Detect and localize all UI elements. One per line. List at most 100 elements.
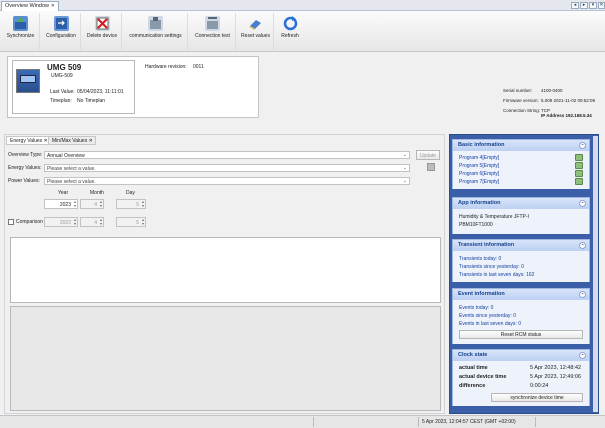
comparison-month-stepper[interactable]: 4 ▴ ▾ xyxy=(80,217,104,227)
reset-rcm-status-button[interactable]: Reset RCM status xyxy=(459,330,583,339)
stepper-arrows-icon[interactable]: ▴ ▾ xyxy=(74,218,76,226)
transients-since-yesterday[interactable]: Transients since yesterday: 0 xyxy=(459,264,524,270)
events-today[interactable]: Events today: 0 xyxy=(459,305,493,311)
program-link[interactable]: Program 5[Empty] xyxy=(459,163,499,169)
close-icon[interactable]: ✕ xyxy=(51,3,55,9)
reset-values-label: Reset values xyxy=(241,33,270,39)
export-icon[interactable] xyxy=(427,163,435,171)
connection-string-label: Connection String: xyxy=(503,108,541,113)
events-since-yesterday[interactable]: Events since yesterday: 0 xyxy=(459,313,516,319)
collapse-icon[interactable]: ⌃ xyxy=(579,200,586,207)
connection-test-button[interactable]: Connection test xyxy=(190,13,236,50)
configuration-button[interactable]: Configuration xyxy=(42,13,81,50)
year-label: Year xyxy=(58,190,69,196)
stepper-arrows-icon[interactable]: ▴ ▾ xyxy=(142,200,144,208)
delete-device-button[interactable]: Delete device xyxy=(83,13,122,50)
program-icon[interactable] xyxy=(575,170,583,177)
transients-today[interactable]: Transients today: 0 xyxy=(459,256,501,262)
events-last-seven-days[interactable]: Events in last seven days: 0 xyxy=(459,321,521,327)
tab-energy-values-label: Energy Values xyxy=(10,138,43,144)
synchronize-button[interactable]: Synchronize xyxy=(2,13,40,50)
transient-information-panel: Transient information ⌃ Transients today:… xyxy=(452,239,590,282)
connection-test-label: Connection test xyxy=(195,33,230,39)
reset-values-button[interactable]: Reset values xyxy=(238,13,274,50)
comparison-month-value: 4 xyxy=(94,220,97,226)
status-datetime: 5 Apr 2023, 12:04:57 CEST (GMT +02:00) xyxy=(418,417,536,427)
tab-overview-window[interactable]: Overview Window ✕ xyxy=(1,1,59,11)
overview-type-value: Annual Overview xyxy=(47,153,85,159)
app-line: PBM10FT1000 xyxy=(459,222,493,228)
comparison-day-stepper[interactable]: 5 ▴ ▾ xyxy=(116,217,146,227)
app-line: Humidity & Temperature JFTP-I xyxy=(459,214,529,220)
synchronize-device-time-button[interactable]: synchronize device time xyxy=(491,393,583,402)
app-information-title: App information xyxy=(458,200,501,206)
basic-information-panel: Basic information ⌃ Program 4[Empty] Prog… xyxy=(452,139,590,189)
app-information-panel: App information ⌃ Humidity & Temperature … xyxy=(452,197,590,234)
close-icon[interactable]: ✕ xyxy=(89,138,93,144)
day-stepper[interactable]: 5 ▴ ▾ xyxy=(116,199,146,209)
clock-state-title: Clock state xyxy=(458,352,488,358)
refresh-button[interactable]: Refresh xyxy=(276,13,304,50)
transients-last-seven-days[interactable]: Transients in last seven days: 162 xyxy=(459,272,534,278)
eraser-icon xyxy=(248,16,263,31)
month-stepper[interactable]: 4 ▴ ▾ xyxy=(80,199,104,209)
month-value: 4 xyxy=(94,202,97,208)
sidebar-scrollbar[interactable] xyxy=(593,136,598,412)
clock-state-header[interactable]: Clock state ⌃ xyxy=(453,350,589,361)
program-icon[interactable] xyxy=(575,154,583,161)
tab-energy-values[interactable]: Energy Values ✕ xyxy=(6,136,51,145)
data-table-area xyxy=(10,306,441,411)
program-link[interactable]: Program 7[Empty] xyxy=(459,179,499,185)
close-icon[interactable]: ✕ xyxy=(598,2,605,9)
transient-information-header[interactable]: Transient information ⌃ xyxy=(453,240,589,251)
basic-information-header[interactable]: Basic information ⌃ xyxy=(453,140,589,151)
stepper-arrows-icon[interactable]: ▴ ▾ xyxy=(142,218,144,226)
firmware-version-value: 5.009 2021-11-02 09:52:09 xyxy=(541,98,595,103)
update-button[interactable]: Update xyxy=(416,150,440,160)
comparison-year-value: 2022 xyxy=(59,220,71,226)
actual-device-time-label: actual device time xyxy=(459,374,507,380)
last-value: 05/04/2023, 11:11:01 xyxy=(77,89,124,95)
program-link[interactable]: Program 6[Empty] xyxy=(459,171,499,177)
device-name: UMG 509 xyxy=(47,63,82,72)
collapse-icon[interactable]: ⌃ xyxy=(579,142,586,149)
scroll-right-icon[interactable]: ▸ xyxy=(580,2,588,9)
status-bar: 5 Apr 2023, 12:04:57 CEST (GMT +02:00) xyxy=(0,415,605,428)
comparison-checkbox[interactable] xyxy=(8,219,14,225)
event-information-title: Event information xyxy=(458,291,505,297)
month-label: Month xyxy=(90,190,104,196)
stepper-arrows-icon[interactable]: ▴ ▾ xyxy=(74,200,76,208)
configuration-icon xyxy=(53,16,69,31)
program-link[interactable]: Program 4[Empty] xyxy=(459,155,499,161)
communication-settings-button[interactable]: communication settings xyxy=(124,13,188,50)
energy-values-select[interactable]: Please select a value. ⌄ xyxy=(44,164,410,172)
comparison-label: Comparison xyxy=(16,219,43,225)
power-values-select[interactable]: Please select a value. ⌄ xyxy=(44,177,410,185)
collapse-icon[interactable]: ⌃ xyxy=(579,242,586,249)
collapse-icon[interactable]: ⌃ xyxy=(579,352,586,359)
hardware-revision-label: Hardware revision: xyxy=(145,64,187,70)
configuration-label: Configuration xyxy=(46,33,76,39)
comparison-year-stepper[interactable]: 2022 ▴ ▾ xyxy=(44,217,78,227)
stepper-arrows-icon[interactable]: ▴ ▾ xyxy=(100,218,102,226)
overview-type-select[interactable]: Annual Overview ⌄ xyxy=(44,151,410,159)
hardware-revision-value: 0011 xyxy=(193,64,204,70)
actual-device-time-value: 5 Apr 2023, 12:49:06 xyxy=(530,374,582,380)
year-stepper[interactable]: 2023 ▴ ▾ xyxy=(44,199,78,209)
program-icon[interactable] xyxy=(575,162,583,169)
chevron-down-icon: ⌄ xyxy=(402,165,407,171)
scroll-left-icon[interactable]: ◂ xyxy=(571,2,579,9)
event-information-header[interactable]: Event information ⌃ xyxy=(453,289,589,300)
difference-label: difference xyxy=(459,383,486,389)
stepper-arrows-icon[interactable]: ▴ ▾ xyxy=(100,200,102,208)
collapse-icon[interactable]: ⌃ xyxy=(579,291,586,298)
synchronize-label: Synchronize xyxy=(6,33,35,39)
difference-value: 0:00:24 xyxy=(530,383,549,389)
firmware-version-label: Firmware version: xyxy=(503,98,539,103)
app-information-header[interactable]: App information ⌃ xyxy=(453,198,589,209)
window-list-icon[interactable]: ▾ xyxy=(589,2,597,9)
tab-min-max-values[interactable]: Min/Max Values ✕ xyxy=(48,136,96,145)
power-values-label: Power Values: xyxy=(8,178,40,184)
status-divider xyxy=(313,417,415,427)
program-icon[interactable] xyxy=(575,178,583,185)
